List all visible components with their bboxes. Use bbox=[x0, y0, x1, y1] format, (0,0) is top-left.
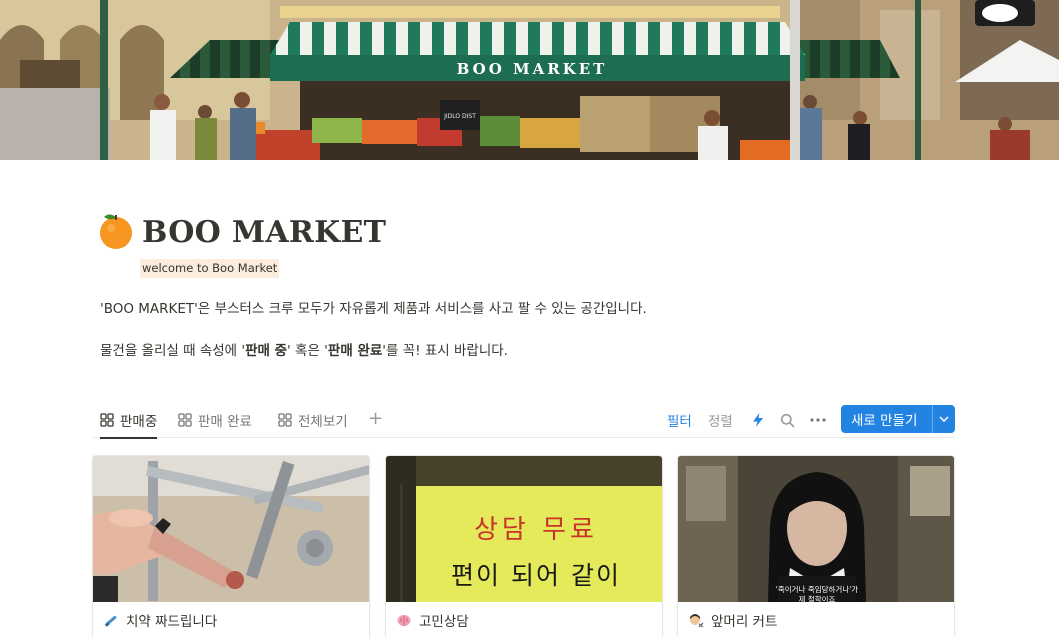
tab-label: 전체보기 bbox=[298, 414, 348, 430]
brain-icon bbox=[397, 615, 411, 626]
card-image-subtitle: 제 철학이죠 bbox=[799, 594, 836, 602]
tab-label: 판매중 bbox=[120, 413, 158, 430]
instruction-text: ' 혹은 ' bbox=[287, 343, 328, 359]
tab-all[interactable]: 전체보기 bbox=[278, 402, 348, 438]
new-button-label: 새로 만들기 bbox=[851, 413, 918, 429]
card-image-subtitle: '죽이거나 죽임당하거나'가 bbox=[776, 584, 859, 594]
gallery-icon bbox=[100, 412, 114, 427]
orange-icon bbox=[100, 214, 132, 249]
tab-label: 판매 완료 bbox=[198, 414, 252, 430]
haircut-icon bbox=[690, 614, 704, 628]
page-title: BOO MARKET bbox=[142, 215, 387, 250]
card-title-text: 치약 짜드립니다 bbox=[126, 614, 218, 630]
market-street-illustration: BOO MARKET JIDLO DIST bbox=[0, 0, 1059, 160]
tab-selling[interactable]: 판매중 bbox=[100, 402, 158, 439]
gallery-card[interactable]: 치약 짜드립니다 bbox=[92, 455, 370, 637]
instruction-text: 물건을 올리실 때 속성에 ' bbox=[100, 343, 246, 359]
new-button[interactable]: 새로 만들기 bbox=[841, 405, 955, 433]
instruction-paragraph: 물건을 올리실 때 속성에 '판매 중' 혹은 '판매 완료'를 꼭! 표시 바… bbox=[100, 341, 508, 361]
status-selling-text: 판매 중 bbox=[245, 343, 288, 359]
cover-chalkboard-sign: JIDLO DIST bbox=[443, 113, 476, 120]
gallery-card[interactable]: '죽이거나 죽임당하거나'가 제 철학이죠 앞머리 커트 bbox=[677, 455, 955, 637]
chevron-down-icon[interactable] bbox=[933, 405, 955, 433]
card-cover-image bbox=[93, 456, 369, 602]
gallery-icon bbox=[178, 413, 192, 427]
pencil-tool-icon bbox=[104, 615, 117, 627]
status-sold-text: 판매 완료 bbox=[327, 343, 383, 359]
card-title: 앞머리 커트 bbox=[688, 610, 777, 630]
filter-button[interactable]: 필터 bbox=[667, 402, 692, 438]
card-title-text: 앞머리 커트 bbox=[711, 614, 778, 630]
sort-button[interactable]: 정렬 bbox=[708, 402, 733, 438]
card-cover-image: 상담 무료 편이 되어 같이 bbox=[386, 456, 662, 602]
gallery-icon bbox=[278, 413, 292, 427]
cover-image: BOO MARKET JIDLO DIST bbox=[0, 0, 1059, 160]
tab-sold[interactable]: 판매 완료 bbox=[178, 402, 252, 438]
card-title: 고민상담 bbox=[396, 610, 469, 630]
more-icon[interactable] bbox=[810, 402, 826, 438]
card-image-text: 상담 무료 bbox=[474, 515, 598, 545]
card-title-text: 고민상담 bbox=[419, 614, 469, 630]
card-cover-image: '죽이거나 죽임당하거나'가 제 철학이죠 bbox=[678, 456, 954, 602]
card-image-text: 편이 되어 같이 bbox=[451, 561, 621, 590]
cover-market-sign: BOO MARKET bbox=[457, 60, 608, 78]
lightning-icon[interactable] bbox=[751, 402, 765, 438]
card-title: 치약 짜드립니다 bbox=[103, 610, 217, 630]
description-paragraph: 'BOO MARKET'은 부스터스 크루 모두가 자유롭게 제품과 서비스를 … bbox=[100, 301, 647, 317]
gallery-card[interactable]: 상담 무료 편이 되어 같이 고민상담 bbox=[385, 455, 663, 637]
add-view-button[interactable]: + bbox=[368, 409, 383, 429]
database-view-bar: 판매중 판매 완료 전체보기 + 필터 정렬 새로 만들기 bbox=[93, 402, 955, 439]
instruction-text: '를 꼭! 표시 바랍니다. bbox=[382, 343, 508, 359]
page-subtitle: welcome to Boo Market bbox=[140, 259, 280, 278]
search-icon[interactable] bbox=[780, 402, 795, 438]
